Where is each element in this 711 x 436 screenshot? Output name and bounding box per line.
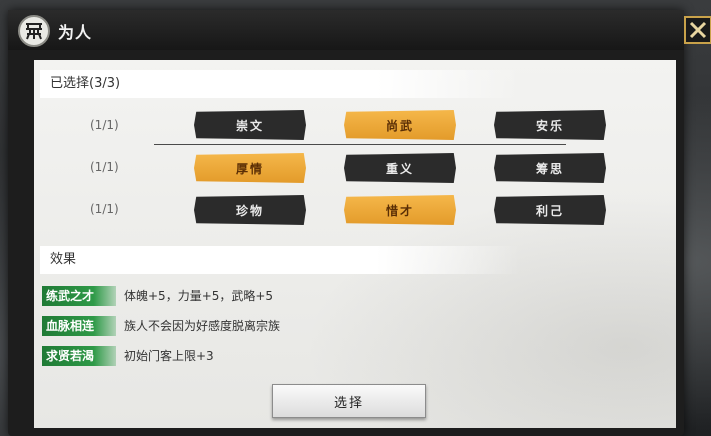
option-houqing[interactable]: 厚情 (194, 153, 306, 183)
row-count: (1/1) (90, 160, 119, 174)
effect-text: 初始门客上限+3 (124, 349, 214, 363)
option-chousi[interactable]: 筹思 (494, 153, 606, 183)
effects-header: 效果 (40, 246, 520, 274)
option-anle[interactable]: 安乐 (494, 110, 606, 140)
clan-emblem-icon (18, 15, 50, 47)
effect-tag: 血脉相连 (42, 316, 116, 336)
row-count: (1/1) (90, 202, 119, 216)
option-shangwu[interactable]: 尚武 (344, 110, 456, 140)
title-bar: 为人 (8, 10, 684, 50)
content-panel: 已选择(3/3) (1/1) 崇文 尚武 安乐 (1/1) 厚情 重义 筹思 (… (34, 60, 676, 428)
option-chongwen[interactable]: 崇文 (194, 110, 306, 140)
effect-tag: 练武之才 (42, 286, 116, 306)
effect-text: 族人不会因为好感度脱离宗族 (124, 319, 281, 333)
effect-text: 体魄+5，力量+5，武略+5 (124, 289, 274, 303)
close-button[interactable] (684, 16, 711, 44)
select-button[interactable]: 选择 (272, 384, 426, 418)
row-count: (1/1) (90, 118, 119, 132)
effect-tag: 求贤若渴 (42, 346, 116, 366)
row-divider (154, 144, 566, 145)
dialog-title: 为人 (58, 23, 93, 42)
option-liji[interactable]: 利己 (494, 195, 606, 225)
selected-header: 已选择(3/3) (40, 70, 520, 98)
dialog-window: 为人 已选择(3/3) (1/1) 崇文 尚武 安乐 (1/1) 厚情 重义 筹… (8, 10, 711, 436)
option-zhenwu[interactable]: 珍物 (194, 195, 306, 225)
option-zhongyi[interactable]: 重义 (344, 153, 456, 183)
option-xicai[interactable]: 惜才 (344, 195, 456, 225)
close-icon (689, 21, 707, 39)
